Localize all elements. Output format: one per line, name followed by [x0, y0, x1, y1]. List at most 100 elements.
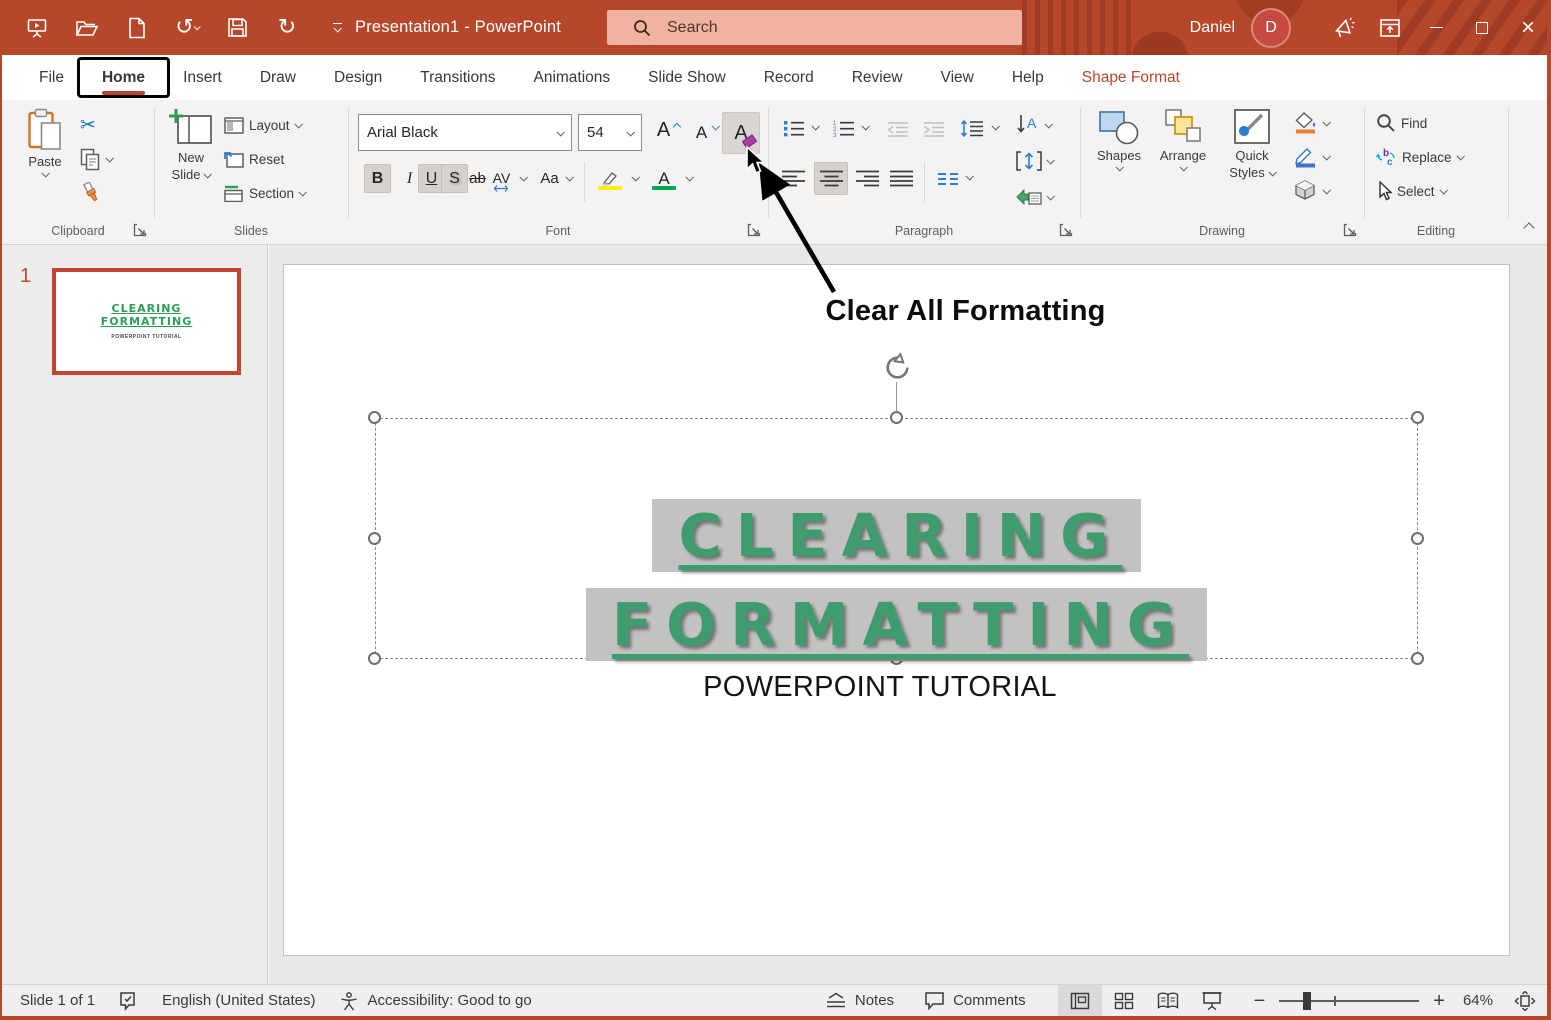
replace-button[interactable]: b c Replace: [1376, 144, 1463, 170]
quick-styles-button[interactable]: Quick Styles: [1220, 108, 1284, 180]
new-file-button[interactable]: [124, 15, 150, 41]
fit-to-window-button[interactable]: [1507, 985, 1543, 1016]
new-slide-button[interactable]: New Slide: [162, 108, 220, 182]
slide-thumbnail[interactable]: CLEARING FORMATTING POWERPOINT TUTORIAL: [52, 268, 241, 375]
minimize-button[interactable]: [1413, 0, 1459, 55]
slideshow-view-button[interactable]: [1190, 985, 1234, 1016]
tab-animations[interactable]: Animations: [514, 55, 629, 100]
font-size-combobox[interactable]: 54: [578, 114, 642, 151]
paragraph-dialog-launcher[interactable]: [1059, 223, 1073, 237]
zoom-out-button[interactable]: −: [1254, 991, 1266, 1011]
accessibility-button[interactable]: Accessibility: Good to go: [333, 991, 537, 1011]
ribbon-display-options-button[interactable]: [1367, 0, 1413, 55]
shapes-button[interactable]: Shapes: [1090, 108, 1148, 171]
customize-qat-button[interactable]: [324, 15, 350, 41]
font-dialog-launcher[interactable]: [747, 223, 761, 237]
section-button[interactable]: Section: [224, 180, 305, 206]
align-right-button[interactable]: [854, 164, 881, 193]
tab-insert[interactable]: Insert: [164, 55, 241, 100]
tab-view[interactable]: View: [922, 55, 993, 100]
justify-button[interactable]: [888, 164, 915, 193]
zoom-level[interactable]: 64%: [1463, 992, 1493, 1009]
reading-view-button[interactable]: [1146, 985, 1190, 1016]
maximize-button[interactable]: [1459, 0, 1505, 55]
open-button[interactable]: [74, 15, 100, 41]
character-spacing-dropdown-icon[interactable]: [519, 173, 527, 181]
zoom-in-button[interactable]: +: [1433, 991, 1445, 1011]
close-button[interactable]: ×: [1505, 0, 1551, 55]
zoom-slider-handle[interactable]: [1303, 992, 1311, 1010]
increase-font-size-button[interactable]: A: [650, 116, 677, 145]
paste-button[interactable]: Paste: [18, 108, 72, 177]
tab-transitions[interactable]: Transitions: [401, 55, 514, 100]
columns-button[interactable]: [934, 164, 961, 193]
convert-smartart-button[interactable]: [1016, 184, 1053, 210]
text-direction-button[interactable]: A: [1016, 112, 1051, 138]
tab-home[interactable]: Home: [83, 55, 164, 100]
font-color-dropdown-icon[interactable]: [685, 173, 693, 181]
tab-shape-format[interactable]: Shape Format: [1063, 55, 1199, 100]
start-slideshow-button[interactable]: [24, 15, 50, 41]
shape-outline-button[interactable]: [1294, 144, 1329, 170]
change-case-button[interactable]: Aa: [536, 164, 563, 193]
select-button[interactable]: Select: [1376, 178, 1446, 204]
format-painter-button[interactable]: [80, 180, 103, 206]
clear-all-formatting-button[interactable]: A: [722, 112, 760, 154]
bullets-button[interactable]: [780, 114, 807, 143]
language-indicator[interactable]: English (United States): [156, 992, 321, 1009]
find-button[interactable]: Find: [1376, 110, 1427, 136]
slide-title-line2[interactable]: FORMATTING: [586, 588, 1207, 661]
search-box[interactable]: [607, 10, 1022, 45]
avatar[interactable]: D: [1251, 8, 1291, 48]
shape-fill-button[interactable]: [1294, 110, 1329, 136]
search-input[interactable]: [667, 19, 967, 37]
feedback-button[interactable]: [1321, 0, 1367, 55]
notes-button[interactable]: Notes: [819, 985, 900, 1016]
cut-button[interactable]: ✂: [80, 112, 96, 138]
increase-indent-button[interactable]: [920, 114, 947, 143]
strikethrough-button[interactable]: ab: [464, 164, 491, 193]
numbering-dropdown-icon[interactable]: [861, 122, 869, 130]
text-highlight-color-button[interactable]: [594, 164, 626, 193]
tab-slide-show[interactable]: Slide Show: [629, 55, 745, 100]
copy-button[interactable]: [80, 146, 112, 172]
selection-handle-top-right[interactable]: [1411, 411, 1424, 424]
tab-file[interactable]: File: [20, 55, 83, 100]
save-button[interactable]: [224, 15, 250, 41]
reset-button[interactable]: Reset: [224, 146, 284, 172]
redo-button[interactable]: ↻: [274, 15, 300, 41]
normal-view-button[interactable]: [1058, 985, 1102, 1016]
rotation-handle[interactable]: [882, 352, 913, 388]
font-color-button[interactable]: A: [648, 164, 680, 193]
selection-handle-top-left[interactable]: [368, 411, 381, 424]
highlight-dropdown-icon[interactable]: [631, 173, 639, 181]
align-center-button[interactable]: [814, 162, 848, 195]
shape-effects-button[interactable]: [1294, 178, 1329, 204]
change-case-dropdown-icon[interactable]: [565, 173, 573, 181]
layout-button[interactable]: Layout: [224, 112, 301, 138]
decrease-font-size-button[interactable]: A: [688, 118, 715, 147]
slide-title-line1[interactable]: CLEARING: [652, 499, 1140, 572]
drawing-dialog-launcher[interactable]: [1343, 223, 1357, 237]
arrange-button[interactable]: Arrange: [1152, 108, 1214, 171]
tab-help[interactable]: Help: [993, 55, 1063, 100]
decrease-indent-button[interactable]: [884, 114, 911, 143]
line-spacing-button[interactable]: [958, 114, 985, 143]
undo-button[interactable]: ↺: [174, 15, 200, 41]
align-left-button[interactable]: [780, 164, 807, 193]
slide-sorter-view-button[interactable]: [1102, 985, 1146, 1016]
character-spacing-button[interactable]: AV: [488, 164, 515, 193]
slide-subtitle[interactable]: POWERPOINT TUTORIAL: [375, 671, 1385, 704]
slide-title-textbox[interactable]: CLEARING FORMATTING: [375, 499, 1418, 677]
numbering-button[interactable]: 1 2 3: [830, 114, 857, 143]
font-name-combobox[interactable]: Arial Black: [358, 114, 572, 151]
align-text-button[interactable]: [1016, 148, 1053, 174]
clipboard-dialog-launcher[interactable]: [133, 223, 147, 237]
spell-check-button[interactable]: [113, 991, 144, 1011]
collapse-ribbon-button[interactable]: [1523, 222, 1534, 233]
comments-button[interactable]: Comments: [918, 985, 1032, 1016]
tab-draw[interactable]: Draw: [241, 55, 315, 100]
line-spacing-dropdown-icon[interactable]: [991, 122, 999, 130]
tab-record[interactable]: Record: [745, 55, 833, 100]
bold-button[interactable]: B: [364, 164, 391, 193]
